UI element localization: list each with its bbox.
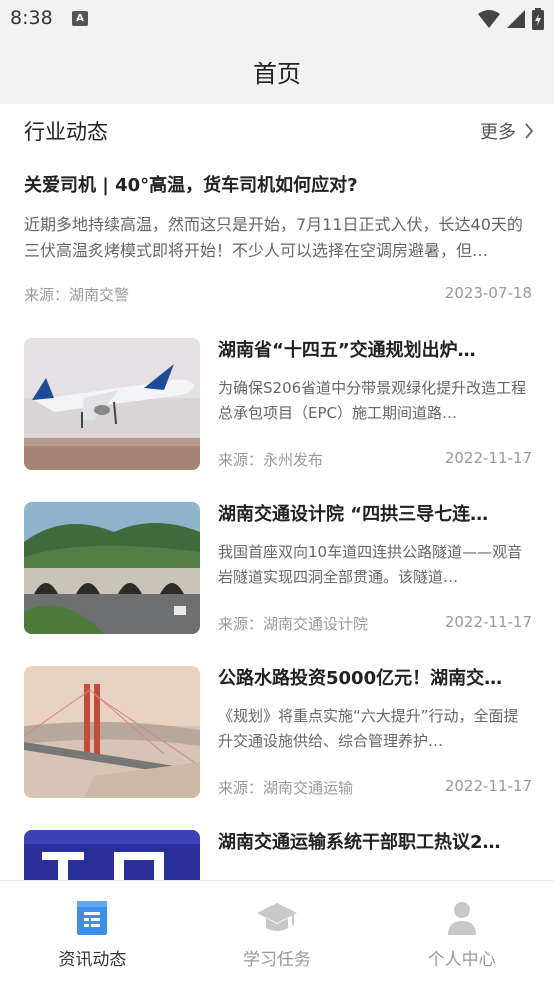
news-source: 来源：湖南交通设计院: [218, 615, 369, 633]
notification-badge-icon: A: [72, 11, 88, 26]
news-title: 湖南省“十四五”交通规划出炉…: [218, 340, 476, 361]
news-body-2: 湖南交通设计院 “四拱三导七连… 我国首座双向10车道四连拱公路隧道——观音岩隧…: [218, 502, 532, 634]
nav-label: 个人中心: [427, 950, 496, 970]
bridge-photo: [24, 666, 200, 798]
news-title: 湖南交通设计院 “四拱三导七连…: [218, 504, 489, 525]
news-source: 来源：永州发布: [218, 451, 324, 469]
person-icon: [447, 902, 476, 935]
news-summary: 《规划》将重点实施“六大提升”行动，全面提升交通设施供给、综合管理养护…: [218, 707, 519, 750]
nav-label: 学习任务: [243, 950, 311, 970]
news-body-3: 公路水路投资5000亿元！湖南交… 《规划》将重点实施“六大提升”行动，全面提升…: [218, 666, 532, 798]
news-meta: 来源：永州发布 2022-11-17: [218, 449, 532, 470]
featured-source: 来源：湖南交警: [24, 286, 130, 304]
graduation-cap-icon: [257, 903, 297, 931]
bottom-nav: 资讯动态 学习任务 个人中心: [0, 880, 554, 984]
news-date: 2022-11-17: [444, 449, 532, 467]
poster-photo: [24, 830, 200, 880]
news-item-3[interactable]: 公路水路投资5000亿元！湖南交… 《规划》将重点实施“六大提升”行动，全面提升…: [24, 666, 532, 798]
section-title: 行业动态: [24, 120, 108, 144]
news-summary: 我国首座双向10车道四连拱公路隧道——观音岩隧道实现四洞全部贯通。该隧道…: [218, 543, 523, 586]
featured-title: 关爱司机 | 40°高温，货车司机如何应对?: [24, 175, 358, 196]
battery-icon: [532, 8, 544, 30]
news-meta: 来源：湖南交通运输 2022-11-17: [218, 777, 532, 798]
featured-date: 2023-07-18: [444, 284, 532, 302]
news-title: 湖南交通运输系统干部职工热议2…: [218, 832, 501, 853]
nav-study[interactable]: 学习任务: [185, 881, 370, 984]
section-header: 行业动态 更多: [0, 104, 554, 156]
nav-label: 资讯动态: [58, 950, 127, 970]
featured-summary: 近期多地持续高温，然而这只是开始，7月11日正式入伏，长达40天的三伏高温炙烤模…: [24, 215, 523, 260]
status-bar: 8:38 A: [0, 0, 554, 38]
news-source: 来源：湖南交通运输: [218, 779, 354, 797]
news-body-4: 湖南交通运输系统干部职工热议2…: [218, 830, 532, 880]
more-label: 更多: [480, 122, 516, 143]
airplane-photo: [24, 338, 200, 470]
news-body-1: 湖南省“十四五”交通规划出炉… 为确保S206省道中分带景观绿化提升改造工程总承…: [218, 338, 532, 470]
more-link[interactable]: 更多: [480, 118, 534, 144]
news-date: 2022-11-17: [444, 777, 532, 795]
news-meta: 来源：湖南交通设计院 2022-11-17: [218, 613, 532, 634]
signal-icon: [507, 10, 525, 28]
news-title: 公路水路投资5000亿元！湖南交…: [218, 668, 503, 689]
news-date: 2022-11-17: [444, 613, 532, 631]
news-item-1[interactable]: 湖南省“十四五”交通规划出炉… 为确保S206省道中分带景观绿化提升改造工程总承…: [24, 338, 532, 470]
news-summary: 为确保S206省道中分带景观绿化提升改造工程总承包项目（EPC）施工期间道路…: [218, 379, 527, 422]
featured-meta: 来源：湖南交警 2023-07-18: [24, 284, 532, 305]
nav-news[interactable]: 资讯动态: [0, 881, 185, 984]
news-item-4[interactable]: 湖南交通运输系统干部职工热议2…: [24, 830, 532, 880]
wifi-icon: [478, 10, 500, 28]
nav-profile[interactable]: 个人中心: [369, 881, 554, 984]
tunnel-photo: [24, 502, 200, 634]
news-item-2[interactable]: 湖南交通设计院 “四拱三导七连… 我国首座双向10车道四连拱公路隧道——观音岩隧…: [24, 502, 532, 634]
status-time: 8:38: [10, 7, 53, 29]
page-title: 首页: [253, 60, 301, 88]
system-icons: [478, 8, 544, 30]
news-icon: [77, 901, 108, 935]
chevron-right-icon: [525, 123, 534, 139]
app-bar: 首页: [0, 38, 554, 104]
featured-article[interactable]: 关爱司机 | 40°高温，货车司机如何应对? 近期多地持续高温，然而这只是开始，…: [24, 172, 532, 305]
